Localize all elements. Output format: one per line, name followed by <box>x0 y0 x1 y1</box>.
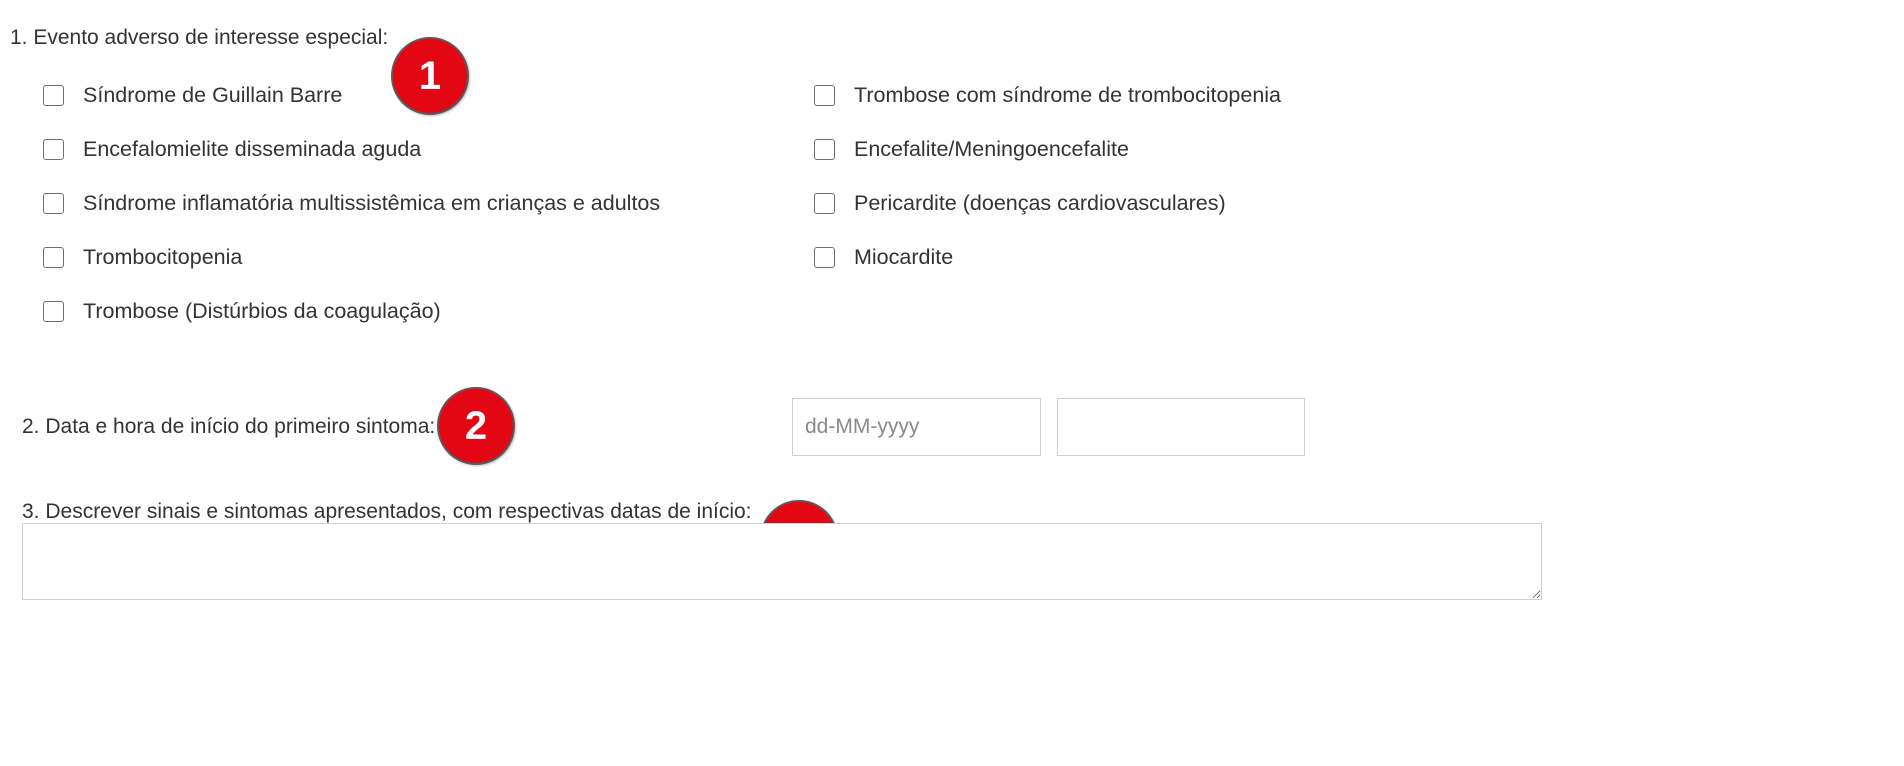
section-3-title: 3. Descrever sinais e sintomas apresenta… <box>22 500 752 523</box>
checkbox-option-trombose[interactable]: Trombose (Distúrbios da coagulação) <box>43 296 441 326</box>
checkbox-box[interactable] <box>43 84 64 106</box>
checkbox-label: Pericardite (doenças cardiovasculares) <box>854 190 1226 215</box>
checkbox-label: Trombose (Distúrbios da coagulação) <box>83 298 441 323</box>
checkbox-box[interactable] <box>43 138 64 160</box>
checkbox-option-sindrome-inflamatoria[interactable]: Síndrome inflamatória multissistêmica em… <box>43 188 660 218</box>
symptom-start-time-input[interactable] <box>1057 398 1305 456</box>
checkbox-option-guillain-barre[interactable]: Síndrome de Guillain Barre <box>43 80 342 110</box>
section-2-title: 2. Data e hora de início do primeiro sin… <box>22 415 436 438</box>
checkbox-box[interactable] <box>43 246 64 268</box>
checkbox-label: Encefalite/Meningoencefalite <box>854 136 1129 161</box>
symptoms-description-textarea[interactable] <box>22 523 1542 600</box>
checkbox-option-pericardite[interactable]: Pericardite (doenças cardiovasculares) <box>814 188 1226 218</box>
checkbox-option-trombocitopenia[interactable]: Trombocitopenia <box>43 242 242 272</box>
checkbox-label: Trombose com síndrome de trombocitopenia <box>854 82 1282 107</box>
checkbox-label: Síndrome de Guillain Barre <box>83 82 343 107</box>
checkbox-option-encefalite[interactable]: Encefalite/Meningoencefalite <box>814 134 1129 164</box>
checkbox-box[interactable] <box>43 192 64 214</box>
checkbox-label: Encefalomielite disseminada aguda <box>83 136 422 161</box>
step-badge-2: 2 <box>437 387 515 465</box>
checkbox-box[interactable] <box>43 300 64 322</box>
checkbox-box[interactable] <box>814 84 835 106</box>
step-badge-1: 1 <box>391 37 469 115</box>
symptom-start-date-input[interactable] <box>792 398 1041 456</box>
checkbox-box[interactable] <box>814 138 835 160</box>
checkbox-option-trombose-trombocitopenia[interactable]: Trombose com síndrome de trombocitopenia <box>814 80 1281 110</box>
section-1-title: 1. Evento adverso de interesse especial: <box>10 26 389 49</box>
checkbox-label: Síndrome inflamatória multissistêmica em… <box>83 190 661 215</box>
checkbox-option-encefalomielite[interactable]: Encefalomielite disseminada aguda <box>43 134 421 164</box>
checkbox-label: Miocardite <box>854 244 954 269</box>
checkbox-option-miocardite[interactable]: Miocardite <box>814 242 953 272</box>
checkbox-box[interactable] <box>814 246 835 268</box>
checkbox-label: Trombocitopenia <box>83 244 243 269</box>
checkbox-box[interactable] <box>814 192 835 214</box>
